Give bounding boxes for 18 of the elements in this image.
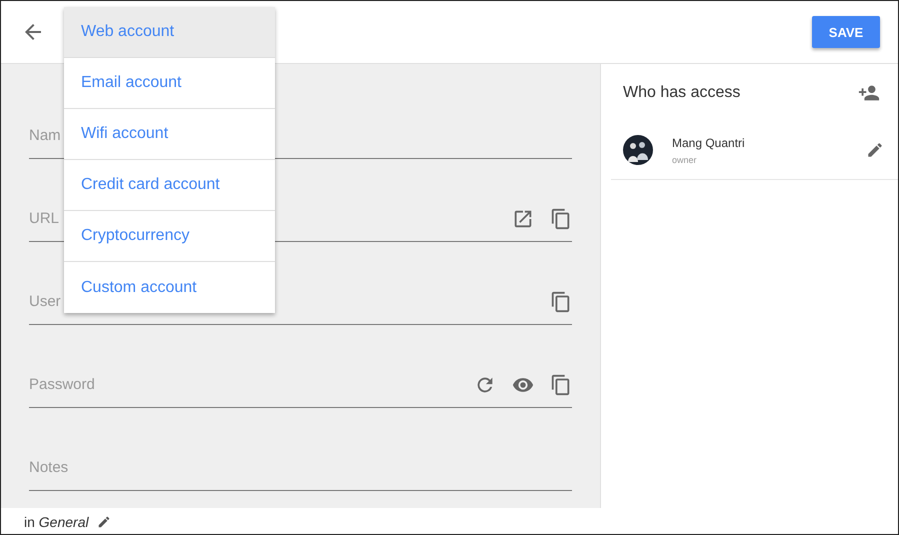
edit-icon[interactable] — [96, 515, 111, 529]
menu-item[interactable]: Cryptocurrency — [64, 211, 275, 262]
copy-icon[interactable] — [550, 374, 572, 396]
input-field[interactable]: Password — [29, 366, 572, 408]
copy-icon[interactable] — [550, 290, 572, 312]
member-name: Mang Quantri — [672, 136, 746, 150]
folder-label: in General — [24, 514, 89, 530]
menu-item[interactable]: Web account — [64, 7, 275, 58]
menu-item[interactable]: Wifi account — [64, 109, 275, 160]
save-button[interactable]: SAVE — [812, 16, 880, 48]
input-field[interactable]: Notes — [29, 449, 572, 491]
menu-item[interactable]: Email account — [64, 58, 275, 109]
edit-icon[interactable] — [866, 141, 884, 159]
avatar — [623, 135, 653, 165]
copy-icon[interactable] — [550, 208, 572, 230]
member-role: owner — [672, 154, 698, 164]
section-title: Who has access — [623, 84, 740, 102]
menu-item[interactable]: Credit card account — [64, 160, 275, 211]
